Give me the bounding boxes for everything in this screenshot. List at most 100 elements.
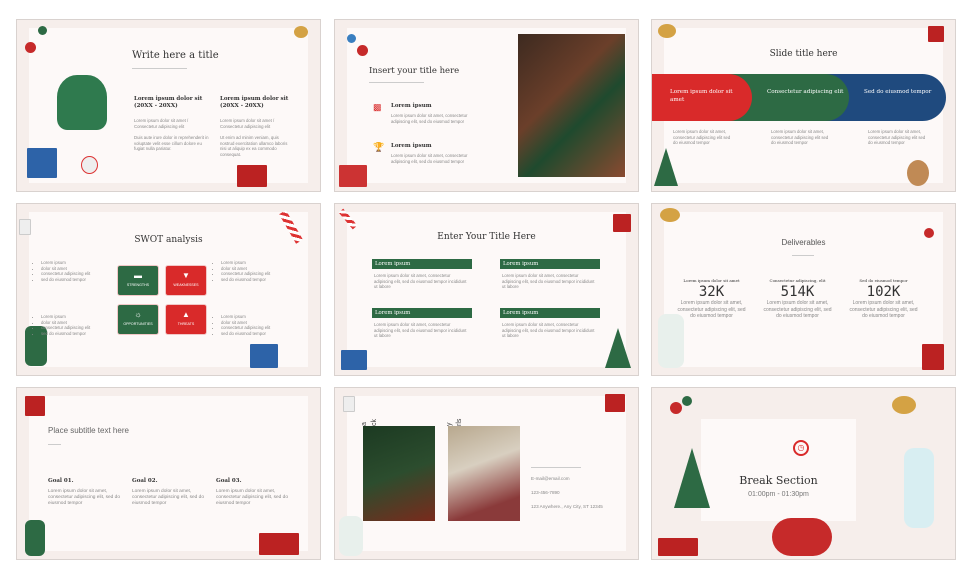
trophy-icon: 🏆 xyxy=(373,142,385,152)
slide-thumbnail-4[interactable]: SWOT analysis ▬ STRENGTHS ▼ WEAKNESSES ☼ OP… xyxy=(16,203,321,376)
ornament-icon xyxy=(924,228,934,238)
slide-thumbnail-2[interactable]: Insert your title here ▩ Lorem ipsum Lor… xyxy=(334,19,639,192)
bullet-list: Lorem ipsumdolor sit ametconsectetur adi… xyxy=(215,260,270,282)
column-heading: Lorem ipsum dolor sit (20XX - 20XX) xyxy=(134,96,203,109)
ornament-icon xyxy=(25,42,36,53)
slide-title: Slide title here xyxy=(769,49,838,59)
chart-icon: ▩ xyxy=(373,102,382,112)
elf-icon xyxy=(25,520,45,556)
gift-box-icon xyxy=(339,165,367,187)
family-photo xyxy=(448,426,520,521)
goal-2: Goal 02. Lorem ipsum dolor sit amet, cons… xyxy=(132,478,204,506)
slide-title: Deliverables xyxy=(781,238,826,247)
ornament-icon xyxy=(347,34,356,43)
candle-icon xyxy=(19,219,31,235)
name-label: a xyxy=(361,422,368,426)
stat-value: 514K xyxy=(780,284,815,300)
bell-icon xyxy=(892,396,916,414)
stat-1: Lorem ipsum dolor sit amet 32K Lorem ips… xyxy=(674,277,749,320)
block-heading: Lorem ipsum xyxy=(500,259,600,269)
dumbbell-icon: ▬ xyxy=(134,271,142,280)
gift-box-icon xyxy=(605,394,625,412)
bullet-list: Lorem ipsumdolor sit ametconsectetur adi… xyxy=(35,260,90,282)
slide-thumbnail-5[interactable]: Enter Your Title Here Lorem ipsum Lorem … xyxy=(334,203,639,376)
column-subtext: Lorem ipsum dolor sit amet / Consectetur… xyxy=(134,118,189,129)
band-1: Lorem ipsum dolor sit amet xyxy=(652,74,752,121)
reindeer-icon xyxy=(907,160,929,186)
gift-box-icon xyxy=(613,214,631,232)
snowy-tree-icon xyxy=(339,516,363,556)
block-body: Lorem ipsum dolor sit amet, consectetur … xyxy=(502,273,595,290)
ornament-icon xyxy=(682,396,692,406)
email-text: E-mail@email.com xyxy=(531,476,570,481)
divider xyxy=(369,82,424,83)
divider xyxy=(132,68,187,69)
bell-icon xyxy=(658,24,676,38)
bullet-list: Lorem ipsumdolor sit ametconsectetur adi… xyxy=(215,314,270,336)
band-text: Lorem ipsum dolor sit amet, consectetur … xyxy=(673,129,731,146)
item-body: Lorem ipsum dolor sit amet, consectetur … xyxy=(391,113,468,124)
block-body: Lorem ipsum dolor sit amet, consectetur … xyxy=(502,322,595,339)
stat-value: 32K xyxy=(698,284,725,300)
item-heading: Lorem ipsum xyxy=(391,103,432,109)
column-heading: Lorem ipsum dolor sit (20XX - 20XX) xyxy=(220,96,289,109)
slide-title: Write here a title xyxy=(132,50,219,61)
candle-icon xyxy=(343,396,355,412)
gift-box-icon xyxy=(27,148,57,178)
christmas-tree-photo xyxy=(518,34,625,177)
divider xyxy=(48,444,61,445)
swot-weaknesses: ▼ WEAKNESSES xyxy=(165,265,207,296)
goal-1: Goal 01. Lorem ipsum dolor sit amet, cons… xyxy=(48,478,120,506)
gift-box-icon xyxy=(341,350,367,370)
gift-tree-illustration xyxy=(57,75,107,130)
column-1: Lorem ipsum dolor sit (20XX - 20XX) Lore… xyxy=(134,96,209,152)
lightbulb-icon: ☼ xyxy=(134,310,142,319)
bullet-list: Lorem ipsumdolor sit ametconsectetur adi… xyxy=(35,314,90,336)
snowman-icon xyxy=(81,156,98,174)
column-body: Ut enim ad minim veniam, quis nostrud ex… xyxy=(220,135,288,157)
block-body: Lorem ipsum dolor sit amet, consectetur … xyxy=(374,322,467,339)
gift-box-icon xyxy=(922,344,944,370)
slide-thumbnail-1[interactable]: Write here a title Lorem ipsum dolor sit… xyxy=(16,19,321,192)
snowman-tree-icon xyxy=(658,314,684,368)
bell-icon xyxy=(294,26,308,38)
slide-thumbnail-7[interactable]: Place subtitle text here Goal 01. Lorem i… xyxy=(16,387,321,560)
slide-subtitle: Place subtitle text here xyxy=(48,426,129,435)
address-text: 123 Anywhere., Any City, ST 12345 xyxy=(531,504,603,509)
name-label: rls xyxy=(456,418,463,426)
ornament-icon xyxy=(670,402,682,414)
swot-threats: ▲ THREATS xyxy=(165,304,207,335)
name-label: y xyxy=(446,422,453,427)
ornament-icon xyxy=(357,45,368,56)
block-body: Lorem ipsum dolor sit amet, consectetur … xyxy=(374,273,467,290)
ornament-icon xyxy=(38,26,47,35)
slide-thumbnail-3[interactable]: Slide title here Sed do eiusmod tempor C… xyxy=(651,19,956,192)
ornament-photo xyxy=(363,426,435,521)
slide-title: Insert your title here xyxy=(369,66,460,76)
divider xyxy=(531,467,581,468)
christmas-tree-icon xyxy=(654,148,678,186)
stat-2: Consectetur adipiscing, elit 514K Lorem … xyxy=(760,277,835,320)
slide-title: SWOT analysis xyxy=(134,235,203,245)
snowy-tree-icon xyxy=(904,448,934,528)
slide-title: Enter Your Title Here xyxy=(437,232,536,242)
break-time: 01:00pm - 01:30pm xyxy=(748,491,809,498)
slide-thumbnail-8[interactable]: a ck y rls E-mail@email.com 123-456-7890… xyxy=(334,387,639,560)
thumbs-down-icon: ▼ xyxy=(182,271,190,280)
warning-icon: ▲ xyxy=(182,310,190,319)
slide-thumbnail-9[interactable]: ◷ Break Section 01:00pm - 01:30pm xyxy=(651,387,956,560)
gift-box-icon xyxy=(250,344,278,368)
slide-thumbnail-6[interactable]: Deliverables Lorem ipsum dolor sit amet … xyxy=(651,203,956,376)
phone-text: 123-456-7890 xyxy=(531,490,560,495)
divider xyxy=(792,255,814,256)
column-subtext: Lorem ipsum dolor sit amet / Consectetur… xyxy=(220,118,275,129)
gift-box-icon xyxy=(259,533,299,555)
gift-box-icon xyxy=(237,165,267,187)
block-heading: Lorem ipsum xyxy=(500,308,600,318)
band-text: Lorem ipsum dolor sit amet, consectetur … xyxy=(771,129,829,146)
christmas-tree-icon xyxy=(605,328,631,368)
gift-box-icon xyxy=(25,396,45,416)
swot-opportunities: ☼ OPPORTUNITIES xyxy=(117,304,159,335)
gift-box-icon xyxy=(658,538,698,556)
stat-value: 102K xyxy=(866,284,901,300)
